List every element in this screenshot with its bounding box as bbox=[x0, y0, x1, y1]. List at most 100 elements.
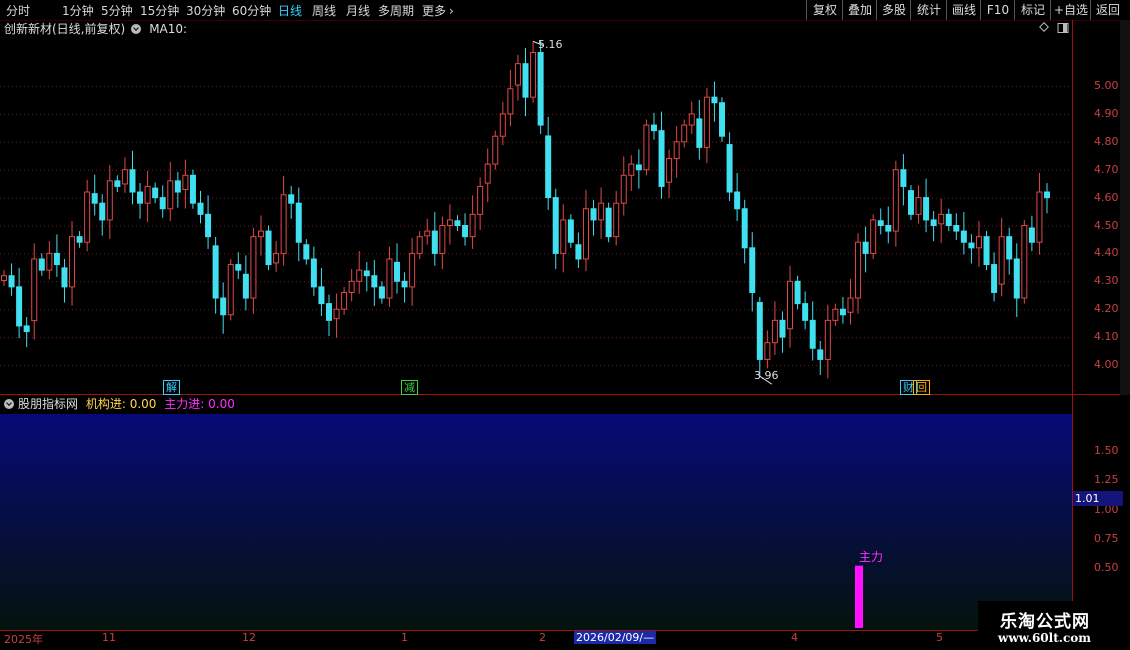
candle-body bbox=[439, 225, 446, 254]
high-marker: 5.16 bbox=[538, 38, 563, 51]
chevron-down-icon[interactable] bbox=[4, 399, 14, 409]
candle-body bbox=[877, 220, 884, 227]
candle-body bbox=[666, 158, 673, 183]
candle-body bbox=[265, 230, 272, 266]
candle-body bbox=[310, 258, 317, 288]
event-buyback-badge[interactable]: 回 bbox=[913, 380, 930, 395]
candle-body bbox=[567, 219, 574, 243]
candle-body bbox=[650, 124, 657, 132]
indicator-header: 股朋指标网 机构进: 0.00 主力进: 0.00 bbox=[0, 396, 235, 412]
candle-body bbox=[771, 319, 778, 344]
candle-body bbox=[137, 191, 144, 204]
candle-body bbox=[907, 190, 914, 215]
candle-body bbox=[635, 164, 642, 171]
candle-body bbox=[499, 113, 506, 137]
candle-body bbox=[182, 174, 189, 191]
indicator-name[interactable]: 股朋指标网 bbox=[18, 397, 78, 411]
event-unlock-badge[interactable]: 解 bbox=[163, 380, 180, 395]
candle-body bbox=[409, 252, 416, 288]
indicator-background bbox=[0, 414, 1072, 630]
candle-body bbox=[892, 169, 899, 232]
candle-body bbox=[114, 180, 121, 187]
candle-body bbox=[620, 174, 627, 204]
candle-body bbox=[477, 185, 484, 215]
candle-body bbox=[227, 264, 234, 316]
main-force-bar bbox=[855, 565, 863, 628]
candle-body bbox=[61, 267, 68, 288]
candle-body bbox=[545, 135, 552, 199]
candle-body bbox=[386, 258, 393, 299]
candle-body bbox=[560, 219, 567, 254]
candle-body bbox=[242, 273, 249, 299]
candle-body bbox=[99, 202, 106, 221]
candle-body bbox=[991, 264, 998, 293]
candle-body bbox=[537, 52, 544, 126]
watermark-url: www.60lt.com bbox=[998, 631, 1091, 645]
candle-body bbox=[938, 213, 945, 225]
event-reduce-badge[interactable]: 减 bbox=[401, 380, 418, 395]
candle-body bbox=[998, 236, 1005, 285]
candle-body bbox=[431, 230, 438, 254]
candle-body bbox=[371, 275, 378, 288]
date-label-jan: 1 bbox=[401, 631, 408, 644]
candle-body bbox=[288, 194, 295, 204]
candle-body bbox=[76, 236, 83, 243]
candle-body bbox=[598, 202, 605, 221]
candle-body bbox=[16, 286, 23, 327]
current-value-box: 1.01 bbox=[1073, 491, 1123, 506]
candle-body bbox=[1013, 258, 1020, 299]
candle-body bbox=[590, 208, 597, 221]
candle-body bbox=[235, 264, 242, 271]
indicator-plot bbox=[855, 565, 863, 628]
date-label-2025: 2025年 bbox=[4, 633, 43, 646]
price-tick-label: 4.90 bbox=[1094, 106, 1119, 120]
candle-body bbox=[605, 207, 612, 238]
candle-body bbox=[734, 191, 741, 210]
chevron-down-icon[interactable] bbox=[131, 24, 142, 34]
candle-body bbox=[197, 202, 204, 215]
candle-body bbox=[341, 291, 348, 310]
candle-body bbox=[953, 225, 960, 232]
candle-body bbox=[69, 236, 76, 288]
candle-body bbox=[855, 241, 862, 299]
window-toggle-icon[interactable] bbox=[1057, 23, 1069, 33]
candle-body bbox=[144, 185, 151, 204]
candle-body bbox=[189, 174, 196, 204]
diamond-icon[interactable] bbox=[1039, 22, 1049, 32]
candle-body bbox=[960, 230, 967, 243]
price-grid bbox=[0, 86, 1072, 366]
candle-body bbox=[507, 88, 514, 115]
candle-body bbox=[643, 124, 650, 171]
candle-body bbox=[688, 113, 695, 126]
candle-body bbox=[401, 280, 408, 288]
candle-body bbox=[152, 187, 159, 199]
candle-body bbox=[250, 236, 257, 299]
candle-body bbox=[378, 286, 385, 299]
candle-body bbox=[839, 308, 846, 316]
candle-body bbox=[424, 230, 431, 237]
candle-body bbox=[870, 219, 877, 254]
low-marker: 3.96 bbox=[754, 369, 779, 382]
candle-body bbox=[983, 236, 990, 266]
price-tick-label: 5.00 bbox=[1094, 79, 1119, 92]
candle-body bbox=[348, 280, 355, 293]
indicator-tick-label: 0.50 bbox=[1094, 561, 1119, 574]
candle-body bbox=[975, 236, 982, 249]
candle-body bbox=[356, 269, 363, 282]
candle-body bbox=[23, 325, 30, 333]
candle-body bbox=[885, 225, 892, 232]
candle-body bbox=[8, 275, 15, 288]
candle-body bbox=[167, 180, 174, 210]
candle-body bbox=[681, 124, 688, 143]
crosshair-date-label: 2026/02/09/— bbox=[574, 631, 657, 644]
kline-chart[interactable] bbox=[0, 0, 1130, 650]
indicator-tick-label: 1.50 bbox=[1094, 444, 1119, 457]
watermark: 乐淘公式网 www.60lt.com bbox=[978, 601, 1130, 650]
candle-body bbox=[824, 319, 831, 360]
price-tick-label: 4.30 bbox=[1094, 274, 1119, 288]
candle-body bbox=[38, 258, 45, 271]
candle-body bbox=[673, 141, 680, 160]
candle-body bbox=[303, 244, 310, 260]
candle-body bbox=[915, 197, 922, 215]
watermark-title: 乐淘公式网 bbox=[1000, 612, 1090, 632]
